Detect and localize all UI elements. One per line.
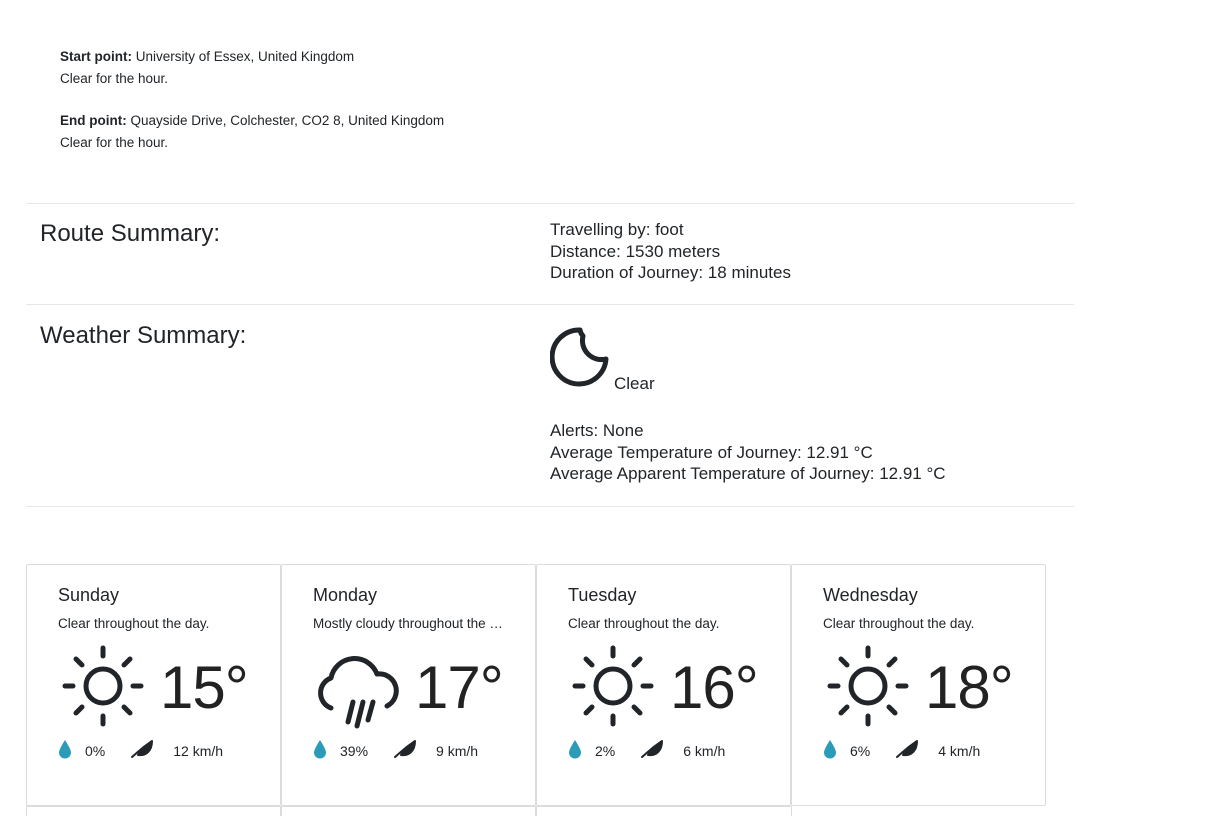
clear-night-icon [550, 326, 610, 388]
forecast-temperature: 16° [670, 654, 759, 721]
forecast-summary: Clear throughout the day. [58, 616, 210, 631]
forecast-day: Tuesday [568, 585, 637, 605]
forecast-day: Wednesday [823, 585, 918, 605]
route-summary-details: Travelling by: foot Distance: 1530 meter… [550, 219, 791, 284]
forecast-temperature: 17° [415, 654, 504, 721]
start-point-value: University of Essex, United Kingdom [135, 49, 355, 64]
forecast-stats: 2% 6 km/h [568, 739, 725, 762]
forecast-summary: Mostly cloudy throughout the day. [313, 616, 509, 631]
forecast-summary: Clear throughout the day. [568, 616, 720, 631]
precipitation-chance: 6% [850, 742, 871, 759]
droplet-icon [313, 739, 327, 762]
distance: Distance: 1530 meters [550, 241, 721, 261]
leaf-wind-icon [896, 739, 919, 762]
weather-condition-label: Clear [614, 373, 655, 393]
sun-icon [823, 644, 913, 739]
divider [26, 203, 1074, 204]
wind-speed: 9 km/h [436, 742, 479, 759]
sun-icon [568, 644, 658, 739]
forecast-card[interactable]: Monday Mostly cloudy throughout the day.… [281, 564, 536, 806]
leaf-wind-icon [131, 739, 154, 762]
end-point: End point: Quayside Drive, Colchester, C… [60, 110, 444, 153]
forecast-stats: 0% 12 km/h [58, 739, 223, 762]
forecast-temperature: 18° [925, 654, 1014, 721]
forecast-temperature: 15° [160, 654, 249, 721]
alerts: Alerts: None [550, 421, 644, 440]
route-summary-title: Route Summary: [40, 220, 221, 247]
divider [26, 304, 1074, 305]
forecast-day: Monday [313, 585, 378, 605]
weather-summary-title: Weather Summary: [40, 322, 247, 349]
average-temperature: Average Temperature of Journey: 12.91 °C [550, 442, 873, 462]
precipitation-chance: 2% [595, 742, 616, 759]
rain-icon [313, 644, 403, 739]
average-apparent-temperature: Average Apparent Temperature of Journey:… [550, 464, 946, 483]
start-point-label: Start point: [60, 49, 132, 64]
precipitation-chance: 0% [85, 742, 106, 759]
start-point-status: Clear for the hour. [60, 70, 169, 86]
leaf-wind-icon [641, 739, 664, 762]
start-point: Start point: University of Essex, United… [60, 46, 444, 89]
forecast-card[interactable]: Wednesday Clear throughout the day. 18° … [791, 564, 1046, 806]
forecast-summary: Clear throughout the day. [823, 616, 975, 631]
end-point-status: Clear for the hour. [60, 134, 169, 150]
precipitation-chance: 39% [340, 742, 369, 759]
sun-icon [58, 644, 148, 739]
droplet-icon [823, 739, 837, 762]
wind-speed: 12 km/h [173, 742, 224, 759]
journey-endpoints: Start point: University of Essex, United… [60, 46, 444, 153]
travel-mode: Travelling by: foot [550, 220, 684, 239]
forecast-card-next-row [536, 806, 792, 816]
forecast-card[interactable]: Tuesday Clear throughout the day. 16° 2%… [536, 564, 791, 806]
forecast-card[interactable]: Sunday Clear throughout the day. 15° 0% … [26, 564, 281, 806]
weather-condition: Clear [550, 326, 946, 393]
end-point-label: End point: [60, 113, 127, 128]
forecast-day: Sunday [58, 585, 120, 605]
wind-speed: 6 km/h [683, 742, 726, 759]
forecast-stats: 39% 9 km/h [313, 739, 478, 762]
droplet-icon [58, 739, 72, 762]
forecast-card-next-row [26, 806, 281, 816]
divider [26, 506, 1074, 507]
forecast-card-next-row [281, 806, 536, 816]
droplet-icon [568, 739, 582, 762]
end-point-value: Quayside Drive, Colchester, CO2 8, Unite… [130, 113, 445, 128]
forecast-stats: 6% 4 km/h [823, 739, 980, 762]
forecast-cards: Sunday Clear throughout the day. 15° 0% … [26, 564, 1046, 806]
leaf-wind-icon [394, 739, 417, 762]
weather-summary-details: Clear Alerts: None Average Temperature o… [550, 326, 946, 485]
duration: Duration of Journey: 18 minutes [550, 263, 791, 282]
wind-speed: 4 km/h [938, 742, 981, 759]
